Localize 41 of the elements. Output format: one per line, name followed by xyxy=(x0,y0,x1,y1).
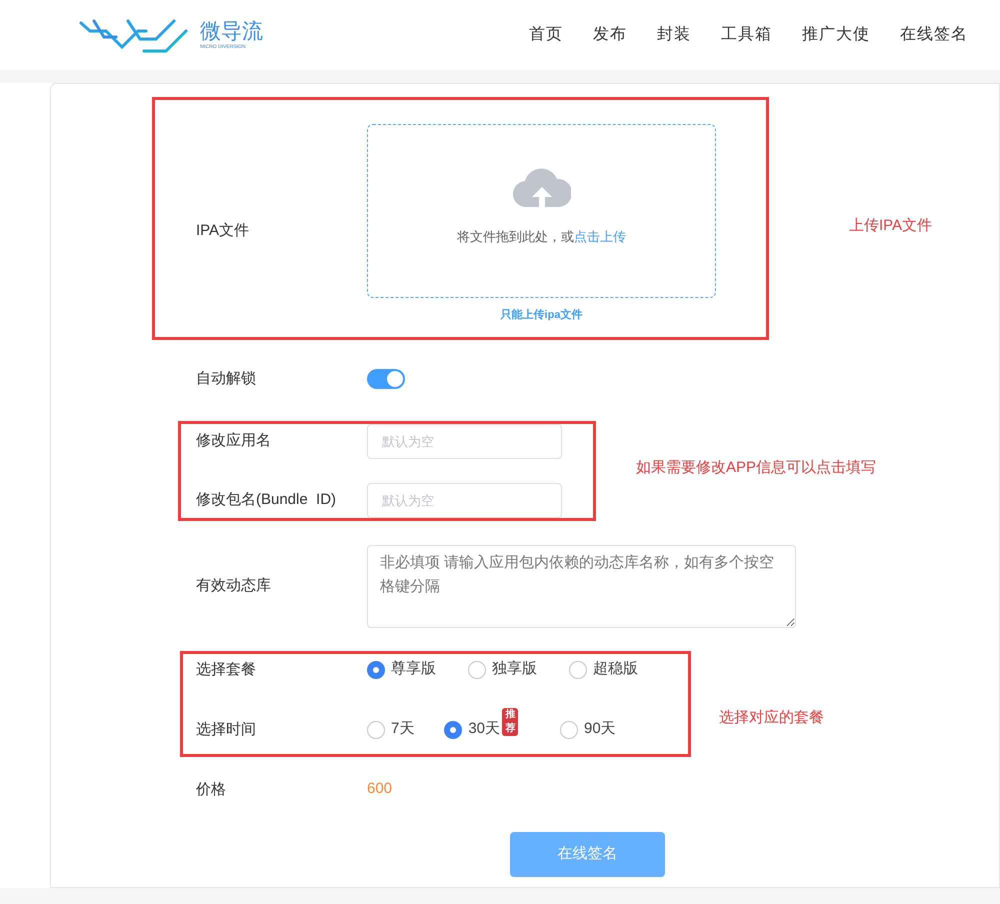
radio-button[interactable] xyxy=(569,660,587,678)
upload-dropzone[interactable]: 将文件拖到此处，或点击上传 xyxy=(367,124,716,298)
radio-label[interactable]: 7天 xyxy=(391,718,414,741)
radio-label[interactable]: 超稳版 xyxy=(593,658,638,681)
annotation-text: 上传IPA文件 xyxy=(849,216,932,236)
field-label: 选择时间 xyxy=(196,720,256,738)
text-input[interactable]: 默认为空 xyxy=(367,424,562,458)
nav-link[interactable]: 推广大使 xyxy=(802,23,870,47)
field-label: 修改应用名 xyxy=(196,432,271,449)
radio-label[interactable]: 90天 xyxy=(584,718,616,741)
logo-icon xyxy=(78,17,190,53)
radio-button[interactable] xyxy=(560,720,578,738)
nav-link[interactable]: 工具箱 xyxy=(721,23,772,47)
recommend-badge: 推荐 xyxy=(502,708,518,736)
annotation-text: 选择对应的套餐 xyxy=(719,708,824,728)
upload-hint: 只能上传ipa文件 xyxy=(500,308,582,323)
annotation-text: 如果需要修改APP信息可以点击填写 xyxy=(636,458,876,478)
radio-button[interactable] xyxy=(367,660,385,678)
logo-name: 微导流 xyxy=(200,20,263,44)
nav-link[interactable]: 在线签名 xyxy=(900,23,968,47)
nav-link[interactable]: 封装 xyxy=(657,23,691,47)
nav-link[interactable]: 发布 xyxy=(593,23,627,47)
field-label: 有效动态库 xyxy=(196,577,271,594)
radio-label[interactable]: 30天 xyxy=(468,718,500,741)
cloud-upload-icon xyxy=(512,167,570,209)
price-value: 600 xyxy=(367,779,392,800)
radio-label[interactable]: 尊享版 xyxy=(391,658,436,681)
field-label: 选择套餐 xyxy=(196,660,256,678)
field-label: 价格 xyxy=(196,780,226,798)
radio-button[interactable] xyxy=(367,720,385,738)
field-label: IPA文件 xyxy=(196,222,250,239)
text-input[interactable]: 默认为空 xyxy=(367,482,562,518)
field-label: 自动解锁 xyxy=(196,370,256,386)
nav-link[interactable]: 首页 xyxy=(529,23,563,47)
dylib-textarea[interactable]: 非必填项 请输入应用包内依赖的动态库名称，如有多个按空格键分隔 xyxy=(367,544,796,628)
upload-prompt: 将文件拖到此处，或点击上传 xyxy=(457,228,626,246)
field-label: 修改包名(Bundle ID) xyxy=(196,491,336,508)
radio-button[interactable] xyxy=(468,660,486,678)
radio-button[interactable] xyxy=(444,720,462,738)
toggle-switch[interactable] xyxy=(367,368,405,388)
radio-label[interactable]: 独享版 xyxy=(492,658,537,681)
